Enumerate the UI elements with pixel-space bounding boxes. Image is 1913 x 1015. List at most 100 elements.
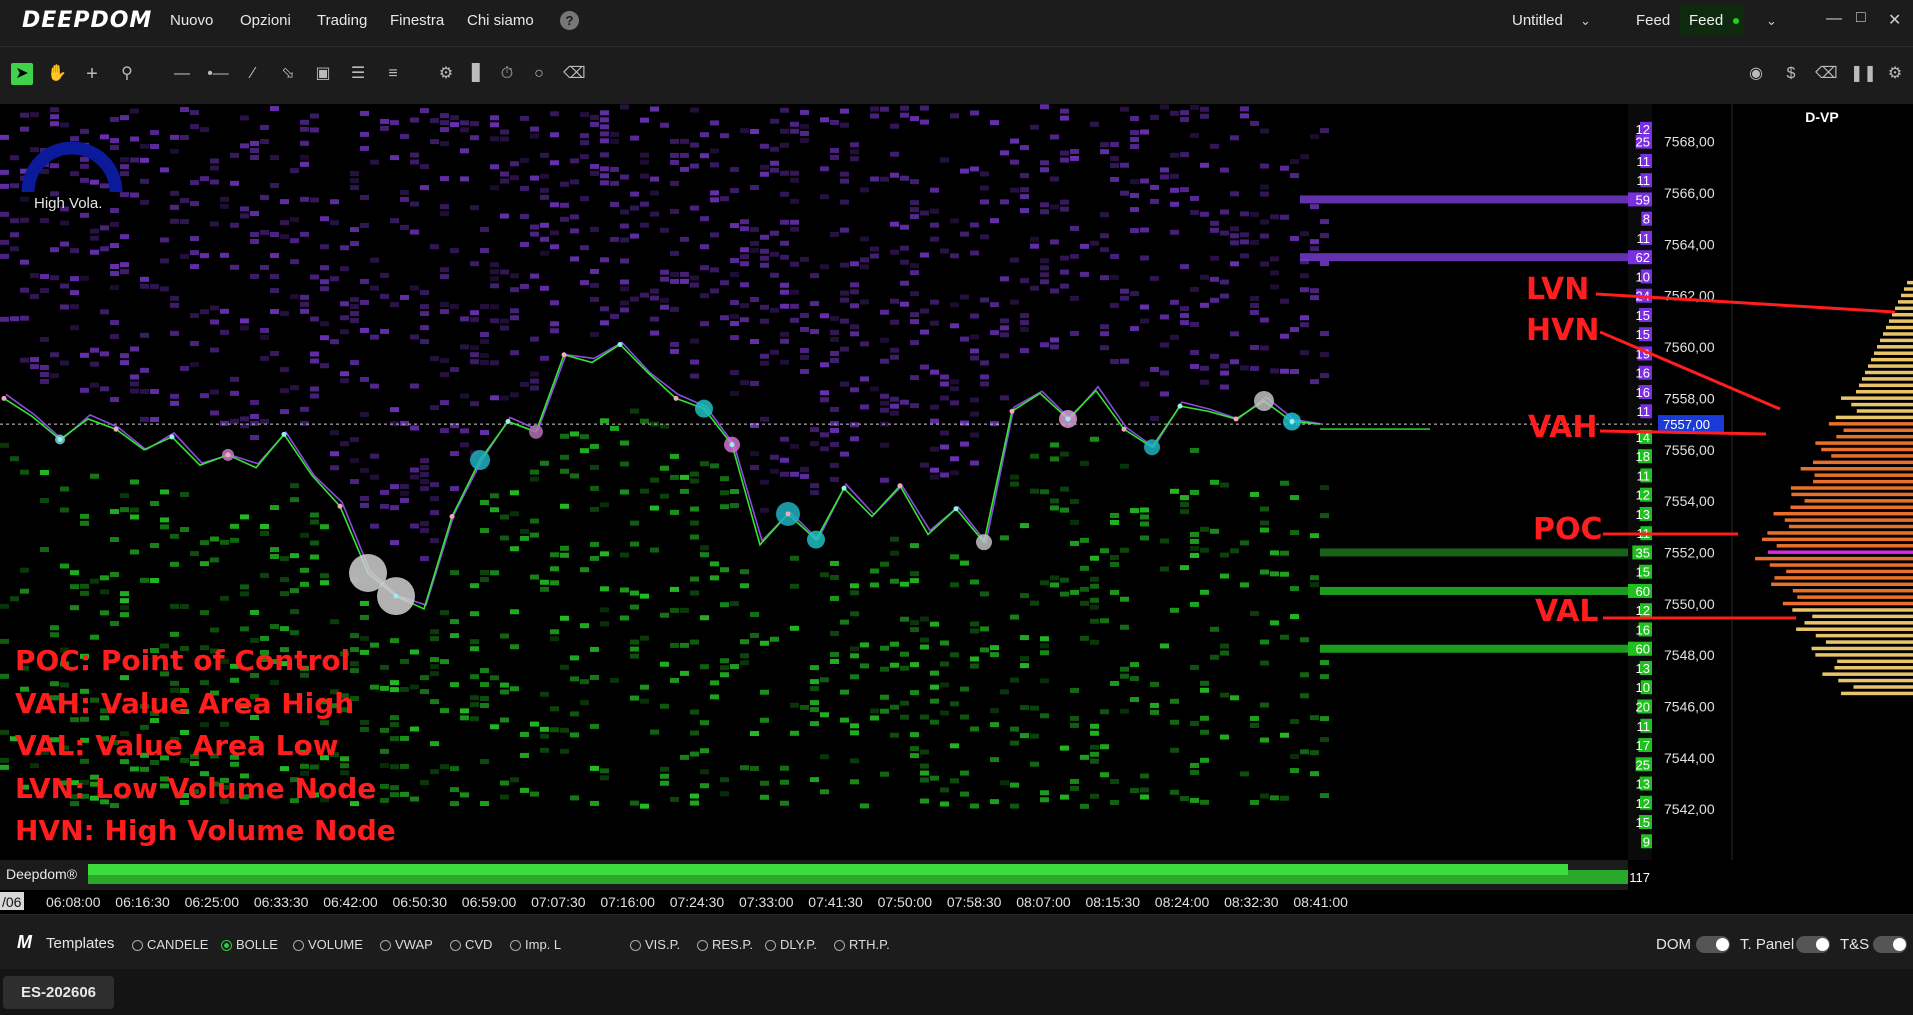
eraser-icon[interactable]: ⌫	[563, 63, 586, 85]
radio-volume[interactable]: VOLUME	[293, 937, 363, 952]
ask-liquidity-cell	[1180, 313, 1189, 319]
bid-liquidity-cell	[830, 560, 839, 566]
x-tick-label: 06:25:00	[185, 894, 240, 910]
camera-icon[interactable]: ◉	[1745, 63, 1767, 85]
ask-liquidity-cell	[360, 131, 369, 137]
volume-bars-icon[interactable]: ▋	[467, 63, 489, 85]
lines-icon[interactable]: ☰	[347, 63, 369, 85]
radio-cvd[interactable]: CVD	[450, 937, 492, 952]
ask-liquidity-cell	[350, 318, 359, 324]
menu-chi-siamo[interactable]: Chi siamo	[467, 12, 534, 29]
bid-liquidity-cell	[1120, 673, 1129, 679]
maximize-icon[interactable]: □	[1856, 9, 1866, 27]
ask-liquidity-cell	[850, 142, 859, 148]
dom-level-qty: 60	[1636, 642, 1650, 657]
volume-profile-bar	[1792, 588, 1913, 593]
radio-rth-p[interactable]: RTH.P.	[834, 937, 890, 952]
radio-bolle[interactable]: BOLLE	[221, 937, 278, 952]
ask-liquidity-cell	[370, 383, 379, 389]
ask-liquidity-cell	[1060, 269, 1069, 275]
dom-toggle[interactable]	[1696, 936, 1730, 953]
ask-liquidity-cell	[450, 248, 459, 254]
ask-liquidity-cell	[1290, 327, 1299, 333]
crosshair-icon[interactable]: +	[81, 63, 103, 85]
templates-logo-icon: M	[17, 932, 32, 952]
bid-liquidity-cell	[260, 572, 269, 578]
rectangle-icon[interactable]: ▣	[312, 63, 334, 85]
bid-liquidity-cell	[930, 684, 939, 690]
ts-toggle[interactable]	[1873, 936, 1907, 953]
hand-icon[interactable]: ✋	[46, 63, 68, 85]
help-icon[interactable]: ?	[560, 11, 579, 30]
bid-liquidity-cell	[690, 793, 699, 799]
feed-button[interactable]: Feed	[1680, 5, 1744, 35]
workspace-title[interactable]: Untitled	[1512, 12, 1563, 29]
radio-vwap[interactable]: VWAP	[380, 937, 433, 952]
radio-imp-l[interactable]: Imp. L	[510, 937, 561, 952]
ask-liquidity-cell	[1040, 258, 1049, 264]
ask-liquidity-cell	[800, 368, 809, 374]
bid-liquidity-cell	[290, 553, 299, 559]
dom-level-qty: 35	[1636, 545, 1650, 560]
bid-liquidity-cell	[950, 554, 959, 560]
symbol-tab[interactable]: ES-202606	[3, 976, 114, 1009]
ask-liquidity-cell	[400, 483, 409, 489]
comment-icon[interactable]: ○	[528, 63, 550, 85]
ask-liquidity-cell	[30, 357, 39, 363]
ask-liquidity-cell	[480, 339, 489, 345]
channel-icon[interactable]: ⬂	[277, 63, 299, 85]
tpanel-toggle[interactable]	[1796, 936, 1830, 953]
bid-liquidity-cell	[830, 574, 839, 580]
ask-liquidity-cell	[900, 105, 909, 111]
ask-liquidity-cell	[470, 135, 479, 141]
ask-liquidity-cell	[620, 174, 629, 180]
ask-liquidity-cell	[40, 273, 49, 279]
ask-liquidity-cell	[1040, 272, 1049, 278]
lines-alt-icon[interactable]: ≡	[382, 63, 404, 85]
settings-sliders-icon[interactable]: ⚙	[435, 63, 457, 85]
menu-trading[interactable]: Trading	[317, 12, 367, 29]
ask-liquidity-cell	[950, 379, 959, 385]
settings-icon[interactable]: ⚙	[1884, 63, 1906, 85]
bid-liquidity-cell	[720, 791, 729, 797]
radio-dly-p[interactable]: DLY.P.	[765, 937, 817, 952]
ask-liquidity-cell	[1070, 253, 1079, 259]
ask-liquidity-cell	[270, 253, 279, 259]
pointer-icon[interactable]: ➤	[11, 63, 33, 85]
menu-nuovo[interactable]: Nuovo	[170, 12, 213, 29]
ask-liquidity-cell	[1130, 137, 1139, 143]
pause-icon[interactable]: ❚❚	[1850, 63, 1877, 85]
bid-liquidity-cell	[1220, 552, 1229, 558]
minimize-icon[interactable]: —	[1826, 10, 1842, 28]
ray-icon[interactable]: •—	[207, 63, 229, 85]
bid-liquidity-cell	[930, 698, 939, 704]
trend-line-icon[interactable]: ∕	[242, 63, 264, 85]
ask-liquidity-cell	[420, 311, 429, 317]
bid-liquidity-cell	[910, 732, 919, 738]
ask-liquidity-cell	[560, 216, 569, 222]
ask-liquidity-cell	[210, 165, 219, 171]
ask-liquidity-cell	[900, 112, 909, 118]
radio-candele[interactable]: CANDELE	[132, 937, 208, 952]
dollar-icon[interactable]: $	[1780, 63, 1802, 85]
ask-liquidity-cell	[490, 360, 499, 366]
radio-vis-p[interactable]: VIS.P.	[630, 937, 680, 952]
chevron-down-icon[interactable]: ⌄	[1766, 13, 1777, 29]
eraser-icon[interactable]: ⌫	[1815, 63, 1838, 85]
menu-opzioni[interactable]: Opzioni	[240, 12, 291, 29]
ask-liquidity-cell	[60, 360, 69, 366]
zoom-icon[interactable]: ⚲	[116, 63, 138, 85]
close-icon[interactable]: ✕	[1888, 10, 1901, 30]
ask-liquidity-cell	[190, 341, 199, 347]
menu-finestra[interactable]: Finestra	[390, 12, 444, 29]
horizontal-line-icon[interactable]: —	[171, 63, 193, 85]
timer-icon[interactable]: ⏱	[496, 63, 518, 85]
ask-liquidity-cell	[1010, 187, 1019, 193]
chevron-down-icon[interactable]: ⌄	[1580, 13, 1591, 29]
bid-liquidity-cell	[40, 497, 49, 503]
ask-liquidity-cell	[840, 178, 849, 184]
ask-liquidity-cell	[1180, 306, 1189, 312]
templates-label[interactable]: Templates	[46, 935, 114, 952]
ask-liquidity-cell	[790, 128, 799, 134]
radio-res-p[interactable]: RES.P.	[697, 937, 753, 952]
